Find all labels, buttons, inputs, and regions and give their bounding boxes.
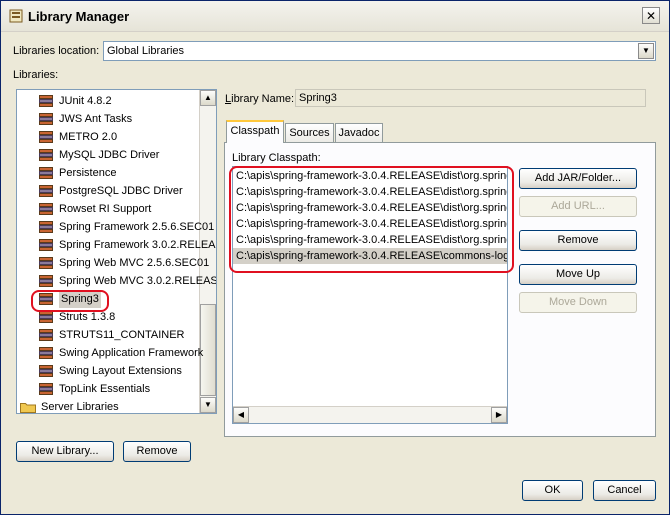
library-icon: [39, 347, 53, 359]
library-icon: [39, 167, 53, 179]
libraries-location-label: Libraries location:: [13, 45, 100, 57]
library-icon: [39, 131, 53, 143]
library-icon: [39, 311, 53, 323]
classpath-entry[interactable]: C:\apis\spring-framework-3.0.4.RELEASE\d…: [233, 232, 507, 248]
scroll-right-icon[interactable]: ▶: [491, 407, 507, 423]
scroll-down-icon[interactable]: ▼: [200, 397, 216, 413]
library-icon: [39, 95, 53, 107]
tab-javadoc[interactable]: Javadoc: [335, 123, 383, 142]
move-up-button[interactable]: Move Up: [519, 264, 637, 285]
remove-library-button[interactable]: Remove: [123, 441, 191, 462]
library-icon: [39, 329, 53, 341]
tree-item-library[interactable]: TopLink Essentials: [17, 380, 201, 398]
tree-item-library[interactable]: Spring3: [17, 290, 201, 308]
tree-item-label: Spring3: [59, 290, 101, 308]
classpath-entry[interactable]: C:\apis\spring-framework-3.0.4.RELEASE\c…: [233, 248, 507, 264]
library-icon: [39, 365, 53, 377]
libraries-location-value: Global Libraries: [107, 45, 185, 57]
tree-item-label: Struts 1.3.8: [59, 311, 116, 323]
library-icon: [39, 203, 53, 215]
classpath-horizontal-scrollbar[interactable]: ◀ ▶: [233, 406, 507, 423]
library-name-value: Spring3: [299, 92, 337, 104]
tab-sources-label: Sources: [289, 127, 330, 139]
libraries-location-select[interactable]: Global Libraries ▼: [103, 41, 656, 61]
tree-item-library[interactable]: Swing Application Framework: [17, 344, 204, 362]
add-url-button[interactable]: Add URL...: [519, 196, 637, 217]
tree-item-label: Swing Application Framework: [59, 347, 204, 359]
classpath-entry[interactable]: C:\apis\spring-framework-3.0.4.RELEASE\d…: [233, 184, 507, 200]
scroll-up-icon[interactable]: ▲: [200, 90, 216, 106]
title-bar: Library Manager ✕: [1, 1, 669, 32]
library-manager-dialog: Library Manager ✕ Libraries location: Gl…: [0, 0, 670, 515]
tree-item-label: Spring Framework 3.0.2.RELEASE: [59, 239, 217, 251]
tree-item-label: JWS Ant Tasks: [59, 113, 133, 125]
tree-item-label: Rowset RI Support: [59, 203, 152, 215]
library-icon: [39, 275, 53, 287]
tree-item-label: Swing Layout Extensions: [59, 365, 182, 377]
library-icon: [39, 149, 53, 161]
tree-item-label: METRO 2.0: [59, 131, 118, 143]
library-icon: [39, 383, 53, 395]
tree-item-library[interactable]: Swing Layout Extensions: [17, 362, 201, 380]
tree-item-library[interactable]: Spring Web MVC 3.0.2.RELEASE: [17, 272, 216, 290]
library-icon: [39, 257, 53, 269]
tree-item-label: TopLink Essentials: [59, 383, 151, 395]
library-classpath-label: Library Classpath:: [232, 152, 321, 164]
library-icon: [39, 113, 53, 125]
tree-item-library[interactable]: PostgreSQL JDBC Driver: [17, 182, 201, 200]
ok-button[interactable]: OK: [522, 480, 583, 501]
app-icon: [9, 9, 23, 23]
tree-item-library[interactable]: JUnit 4.8.2: [17, 92, 201, 110]
tree-item-label: Persistence: [59, 167, 117, 179]
tab-classpath-label: Classpath: [230, 125, 280, 137]
tree-folder-label: Server Libraries: [41, 401, 119, 413]
move-down-button[interactable]: Move Down: [519, 292, 637, 313]
library-icon: [39, 293, 53, 305]
chevron-down-icon[interactable]: ▼: [638, 43, 654, 59]
tab-javadoc-label: Javadoc: [338, 127, 380, 139]
library-icon: [39, 221, 53, 233]
libraries-tree[interactable]: ▲ ▼ JUnit 4.8.2 JWS Ant Tasks METRO 2.0 MyS…: [16, 89, 217, 414]
remove-classpath-button[interactable]: Remove: [519, 230, 637, 251]
library-name-field: Spring3: [295, 89, 646, 107]
tree-item-label: MySQL JDBC Driver: [59, 149, 160, 161]
tree-item-library[interactable]: Rowset RI Support: [17, 200, 201, 218]
tree-item-server-libraries[interactable]: Server Libraries: [17, 398, 201, 413]
library-name-label: Library Name:: [225, 93, 295, 105]
add-jar-folder-button[interactable]: Add JAR/Folder...: [519, 168, 637, 189]
tree-item-label: Spring Web MVC 2.5.6.SEC01: [59, 257, 210, 269]
new-library-button[interactable]: New Library...: [16, 441, 114, 462]
classpath-entry[interactable]: C:\apis\spring-framework-3.0.4.RELEASE\d…: [233, 216, 507, 232]
close-icon[interactable]: ✕: [642, 7, 660, 24]
classpath-entry[interactable]: C:\apis\spring-framework-3.0.4.RELEASE\d…: [233, 200, 507, 216]
tree-item-library[interactable]: Spring Framework 2.5.6.SEC01: [17, 218, 214, 236]
classpath-list[interactable]: ◀ ▶ C:\apis\spring-framework-3.0.4.RELEA…: [232, 166, 508, 424]
tree-item-library[interactable]: STRUTS11_CONTAINER: [17, 326, 201, 344]
tab-sources[interactable]: Sources: [285, 123, 334, 142]
folder-icon: [20, 401, 36, 413]
tree-item-label: STRUTS11_CONTAINER: [59, 329, 185, 341]
tree-item-library[interactable]: Persistence: [17, 164, 201, 182]
tree-item-library[interactable]: METRO 2.0: [17, 128, 201, 146]
tree-item-label: JUnit 4.8.2: [59, 95, 112, 107]
tree-item-label: Spring Framework 2.5.6.SEC01: [59, 221, 215, 233]
tree-item-library[interactable]: MySQL JDBC Driver: [17, 146, 201, 164]
tree-item-library[interactable]: Spring Framework 3.0.2.RELEASE: [17, 236, 216, 254]
tree-item-library[interactable]: Struts 1.3.8: [17, 308, 201, 326]
tree-item-label: Spring Web MVC 3.0.2.RELEASE: [59, 275, 217, 287]
cancel-button[interactable]: Cancel: [593, 480, 656, 501]
classpath-entry[interactable]: C:\apis\spring-framework-3.0.4.RELEASE\d…: [233, 168, 507, 184]
libraries-label: Libraries:: [13, 69, 59, 81]
tab-classpath[interactable]: Classpath: [226, 120, 284, 143]
library-icon: [39, 239, 53, 251]
window-title: Library Manager: [28, 9, 130, 24]
tree-item-label: PostgreSQL JDBC Driver: [59, 185, 183, 197]
scroll-left-icon[interactable]: ◀: [233, 407, 249, 423]
tree-item-library[interactable]: JWS Ant Tasks: [17, 110, 201, 128]
tree-item-library[interactable]: Spring Web MVC 2.5.6.SEC01: [17, 254, 209, 272]
library-icon: [39, 185, 53, 197]
